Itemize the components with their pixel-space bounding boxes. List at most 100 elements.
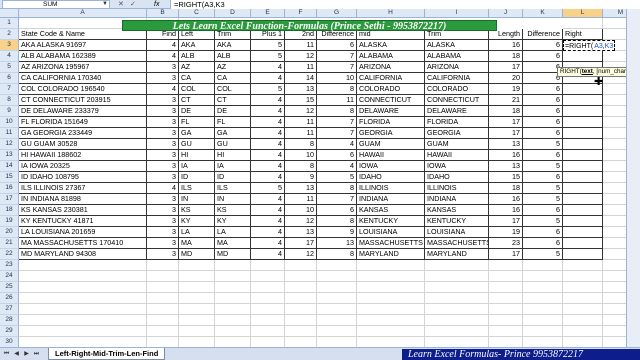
data-cell[interactable]: 6	[523, 128, 563, 139]
data-cell[interactable]: AKA ALASKA 91697	[19, 40, 147, 51]
empty-cell[interactable]	[251, 315, 285, 326]
empty-cell[interactable]	[317, 326, 357, 337]
data-cell[interactable]: 4	[251, 117, 285, 128]
data-cell[interactable]: 16	[489, 40, 523, 51]
data-cell[interactable]: 4	[251, 128, 285, 139]
data-cell[interactable]: 6	[523, 117, 563, 128]
next-sheet-icon[interactable]: ▶	[22, 350, 31, 359]
data-cell[interactable]: 4	[251, 150, 285, 161]
data-cell[interactable]: 4	[251, 216, 285, 227]
data-cell[interactable]: 16	[489, 150, 523, 161]
data-cell[interactable]: 10	[317, 73, 357, 84]
row-header-26[interactable]: 26	[0, 293, 19, 304]
data-cell[interactable]: AKA	[179, 40, 215, 51]
data-cell[interactable]: 6	[523, 227, 563, 238]
data-cell[interactable]: CA	[179, 73, 215, 84]
empty-cell[interactable]	[563, 282, 603, 293]
row-header-25[interactable]: 25	[0, 282, 19, 293]
empty-cell[interactable]	[179, 315, 215, 326]
data-cell[interactable]: 7	[317, 62, 357, 73]
data-cell[interactable]: 15	[285, 95, 317, 106]
data-cell[interactable]: INDIANA	[425, 194, 489, 205]
data-cell[interactable]: 21	[489, 95, 523, 106]
data-cell[interactable]: 3	[147, 62, 179, 73]
data-cell[interactable]: MA MASSACHUSETTS 170410	[19, 238, 147, 249]
header-cell[interactable]: Difference	[523, 29, 563, 40]
data-cell[interactable]: ILLINOIS	[425, 183, 489, 194]
data-cell[interactable]: 3	[147, 161, 179, 172]
empty-cell[interactable]	[147, 293, 179, 304]
row-header-17[interactable]: 17	[0, 194, 19, 205]
data-cell[interactable]: 3	[147, 106, 179, 117]
data-cell[interactable]: HAWAII	[357, 150, 425, 161]
column-header-g[interactable]: G	[317, 9, 357, 18]
data-cell[interactable]: CA CALIFORNIA 170340	[19, 73, 147, 84]
empty-cell[interactable]	[251, 260, 285, 271]
empty-cell[interactable]	[523, 271, 563, 282]
data-cell[interactable]: LOUISIANA	[357, 227, 425, 238]
row-header-28[interactable]: 28	[0, 315, 19, 326]
empty-cell[interactable]	[357, 293, 425, 304]
data-cell[interactable]: IN	[215, 194, 251, 205]
first-sheet-icon[interactable]: ⏮	[2, 350, 11, 359]
column-header-d[interactable]: D	[215, 9, 251, 18]
data-cell[interactable]: 8	[285, 139, 317, 150]
data-cell[interactable]: 6	[317, 150, 357, 161]
data-cell[interactable]: AZ	[215, 62, 251, 73]
data-cell[interactable]: HI HAWAII 188602	[19, 150, 147, 161]
empty-cell[interactable]	[215, 326, 251, 337]
data-cell[interactable]: GEORGIA	[425, 128, 489, 139]
data-cell[interactable]: 13	[489, 161, 523, 172]
data-cell[interactable]: 23	[489, 238, 523, 249]
data-cell[interactable]: 7	[317, 194, 357, 205]
empty-cell[interactable]	[563, 260, 603, 271]
data-cell[interactable]: 19	[489, 84, 523, 95]
empty-cell[interactable]	[563, 315, 603, 326]
data-cell[interactable]: GU	[179, 139, 215, 150]
data-cell[interactable]: MD	[179, 249, 215, 260]
data-cell[interactable]: COL COLORADO 196540	[19, 84, 147, 95]
data-cell[interactable]: IN	[179, 194, 215, 205]
data-cell[interactable]: 4	[251, 62, 285, 73]
empty-cell[interactable]	[523, 293, 563, 304]
empty-cell[interactable]	[317, 271, 357, 282]
empty-cell[interactable]	[523, 304, 563, 315]
empty-cell[interactable]	[285, 260, 317, 271]
sheet-tab[interactable]: Left-Right-Mid-Trim-Len-Find	[48, 348, 166, 360]
data-cell[interactable]: CONNECTICUT	[357, 95, 425, 106]
empty-cell[interactable]	[563, 293, 603, 304]
data-cell[interactable]: 6	[523, 238, 563, 249]
data-cell[interactable]: 13	[285, 84, 317, 95]
column-header-j[interactable]: J	[489, 9, 523, 18]
column-header-a[interactable]: A	[19, 9, 147, 18]
name-box[interactable]: SUM	[2, 0, 110, 9]
data-cell[interactable]	[563, 128, 603, 139]
data-cell[interactable]: 4	[147, 183, 179, 194]
insert-function-icon[interactable]: fx	[154, 0, 159, 9]
data-cell[interactable]: DELAWARE	[357, 106, 425, 117]
empty-cell[interactable]	[147, 315, 179, 326]
formula-input[interactable]: =RIGHT(A3,K3	[170, 0, 640, 9]
empty-cell[interactable]	[357, 326, 425, 337]
data-cell[interactable]: MASSACHUSETTS	[357, 238, 425, 249]
data-cell[interactable]: DE DELAWARE 233379	[19, 106, 147, 117]
data-cell[interactable]: 4	[251, 227, 285, 238]
row-header-19[interactable]: 19	[0, 216, 19, 227]
data-cell[interactable]: ALABAMA	[357, 51, 425, 62]
data-cell[interactable]: FLORIDA	[425, 117, 489, 128]
empty-cell[interactable]	[179, 271, 215, 282]
data-cell[interactable]	[563, 150, 603, 161]
data-cell[interactable]: MA	[215, 238, 251, 249]
data-cell[interactable]: 8	[317, 249, 357, 260]
data-cell[interactable]: LA LOUISIANA 201659	[19, 227, 147, 238]
row-header-2[interactable]: 2	[0, 29, 19, 40]
row-header-5[interactable]: 5	[0, 62, 19, 73]
data-cell[interactable]: 16	[489, 205, 523, 216]
data-cell[interactable]: 17	[489, 62, 523, 73]
data-cell[interactable]: GEORGIA	[357, 128, 425, 139]
data-cell[interactable]: 18	[489, 106, 523, 117]
active-cell[interactable]: =RIGHT(A3,K3	[563, 40, 615, 51]
empty-cell[interactable]	[179, 293, 215, 304]
data-cell[interactable]: 12	[285, 216, 317, 227]
empty-cell[interactable]	[317, 304, 357, 315]
